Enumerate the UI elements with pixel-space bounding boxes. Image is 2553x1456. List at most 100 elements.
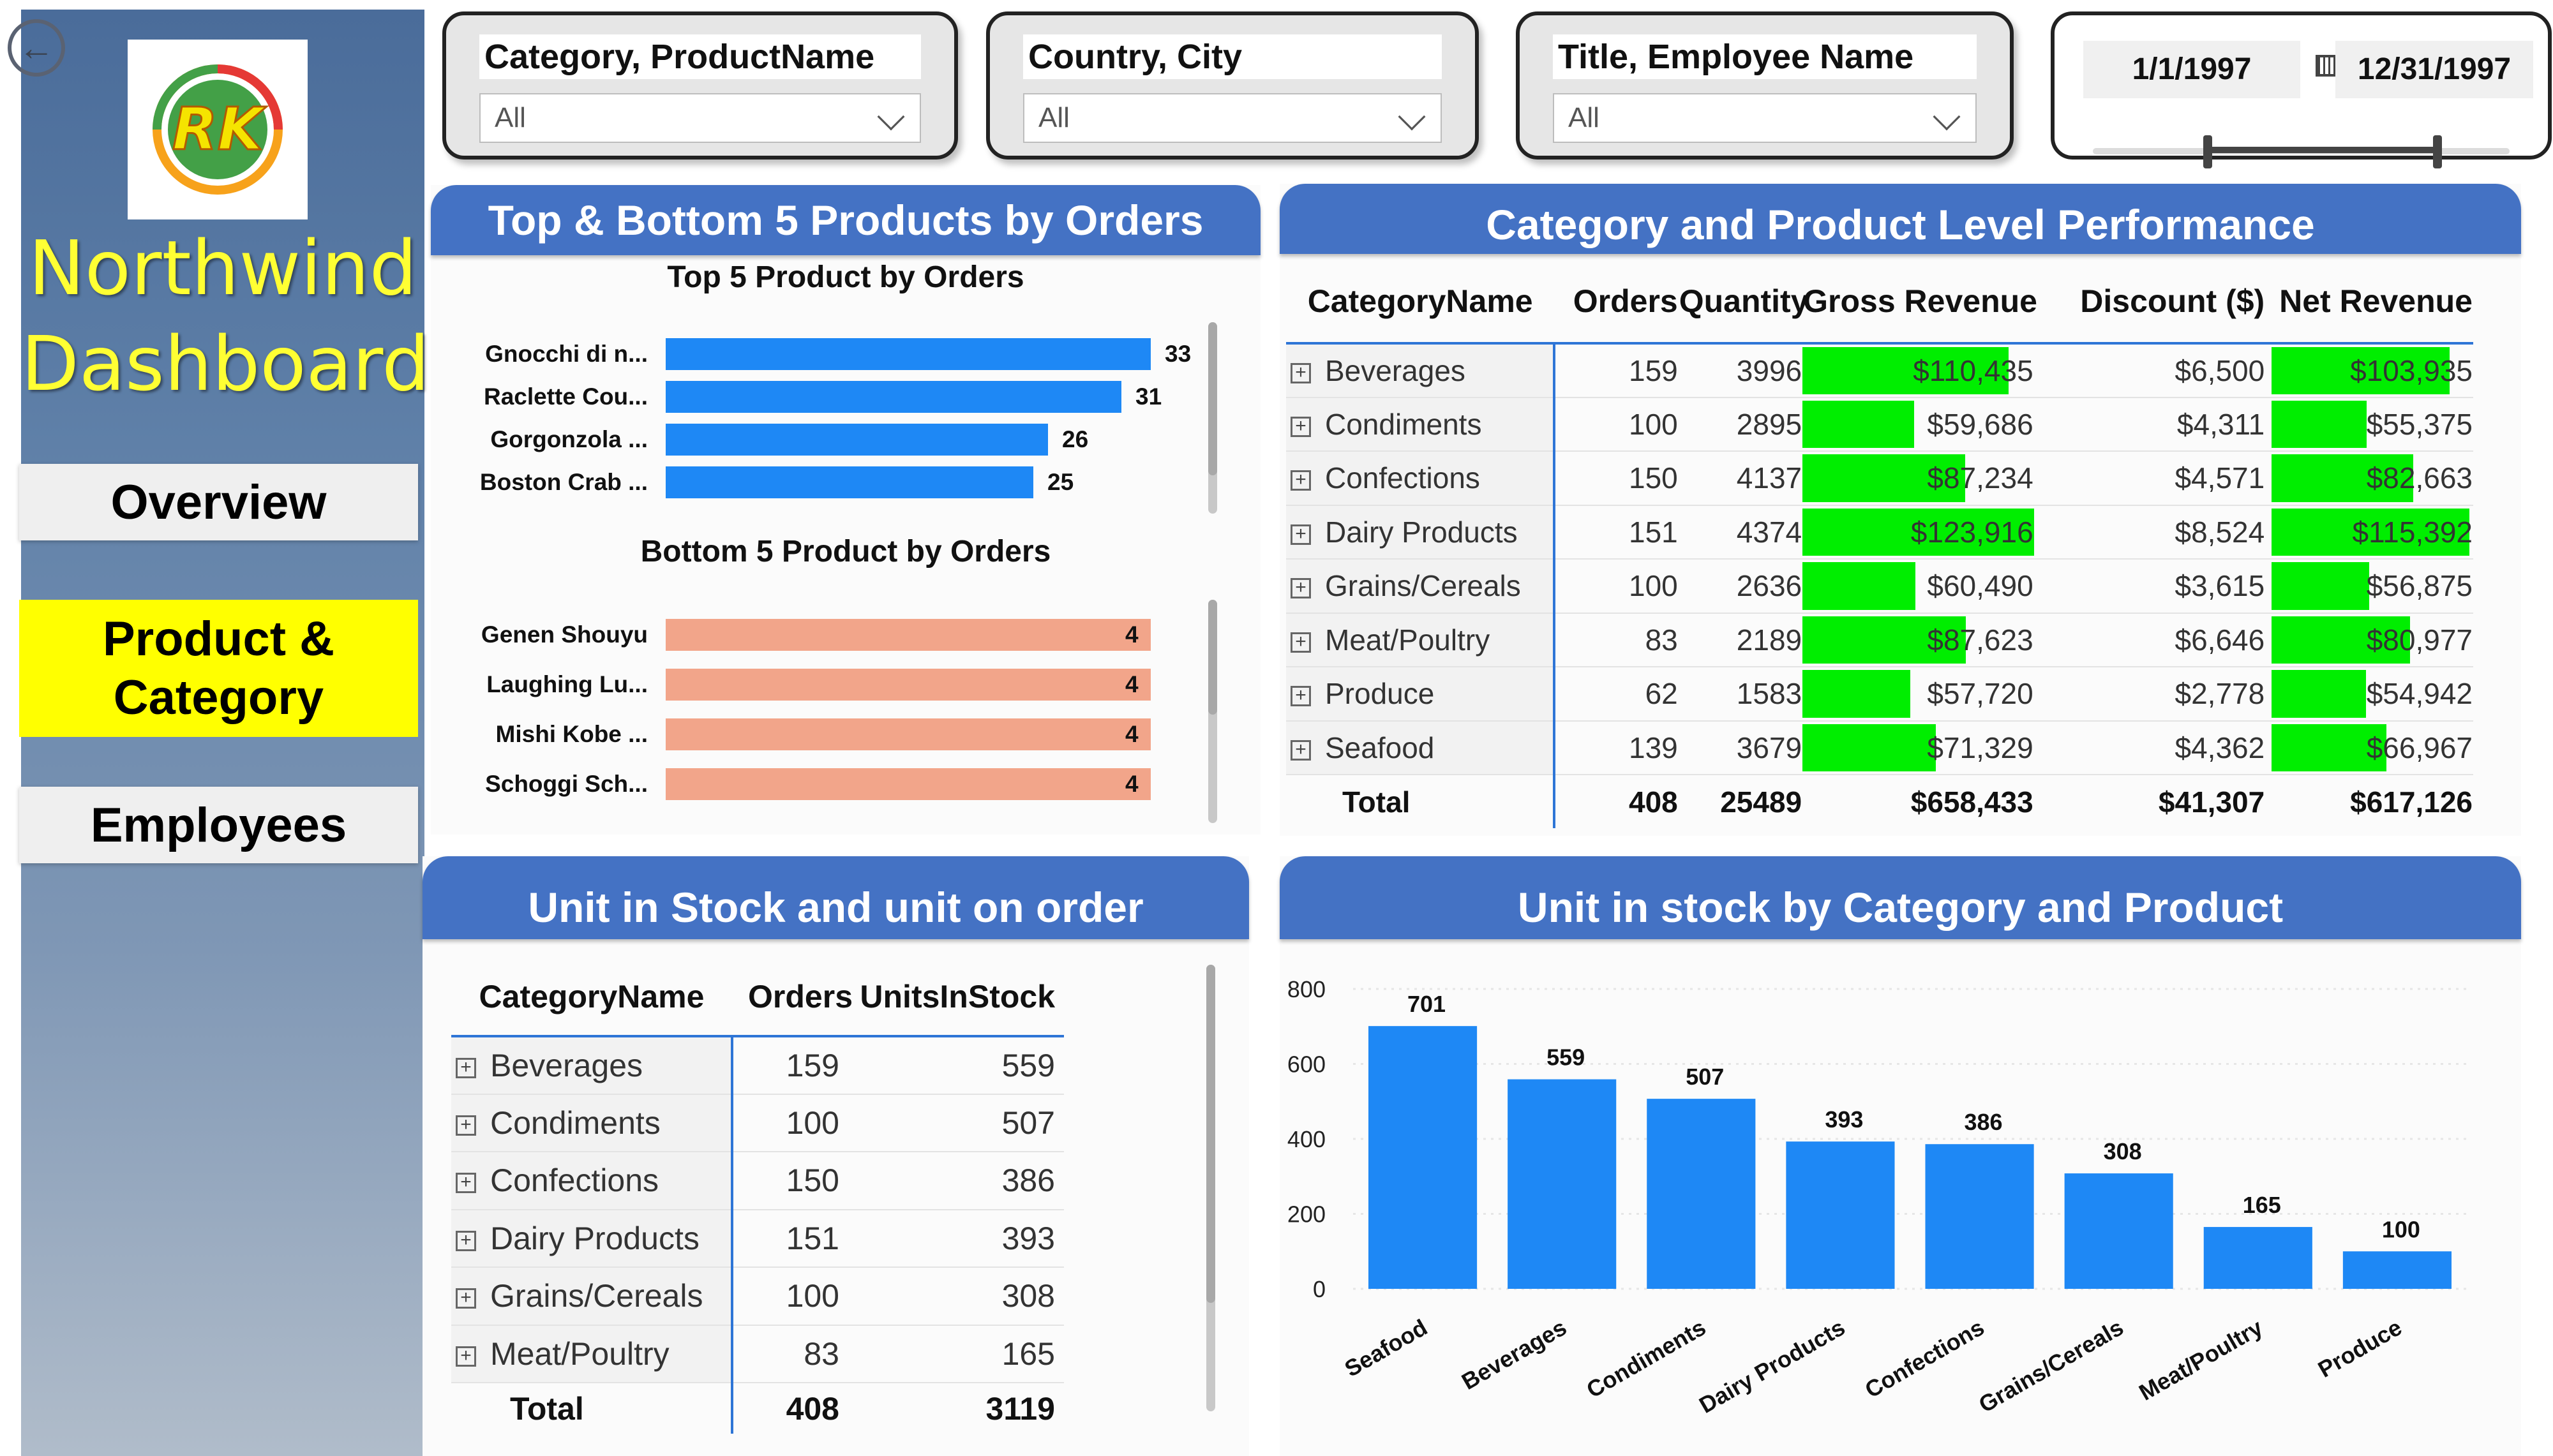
table-row[interactable]: + Dairy Products 151 393 [451, 1209, 1064, 1268]
column-header[interactable]: Orders [732, 958, 853, 1037]
date-slider-start-handle[interactable] [2203, 135, 2212, 168]
scroll-thumb[interactable] [1208, 322, 1217, 475]
product-bar[interactable] [666, 669, 1151, 701]
category-cell: + Beverages [451, 1036, 733, 1095]
stock-table-scrollbar[interactable] [1206, 965, 1215, 1411]
table-row[interactable]: + Seafood 139 3679 $71,329 $4,362 $66,967 [1286, 720, 2473, 775]
table-row[interactable]: + Grains/Cereals 100 2636 $60,490 $3,615 $56,8… [1286, 559, 2473, 614]
product-bar[interactable] [666, 338, 1151, 370]
product-label: Boston Crab ... [479, 469, 648, 495]
expand-icon[interactable]: + [1291, 524, 1311, 545]
expand-icon[interactable]: + [456, 1057, 476, 1078]
category-name: Dairy Products [1325, 515, 1518, 549]
nav-overview-button[interactable]: Overview [19, 464, 418, 540]
table-row[interactable]: + Grains/Cereals 100 308 [451, 1267, 1064, 1326]
expand-icon[interactable]: + [1291, 739, 1311, 761]
slicer-title: Country, City [1023, 34, 1442, 79]
expand-icon[interactable]: + [456, 1288, 476, 1309]
dashboard-title: Northwind Dashboard [21, 224, 430, 408]
column-header[interactable]: Quantity [1678, 260, 1809, 345]
data-label: 559 [1546, 1044, 1585, 1071]
column-header[interactable]: CategoryName [1286, 260, 1555, 345]
column-header[interactable]: Gross Revenue [1802, 260, 2037, 345]
top-chart-scrollbar[interactable] [1208, 322, 1217, 514]
category-performance-panel: Category and Product Level Performance C… [1280, 184, 2521, 836]
column-bar[interactable] [1368, 1026, 1478, 1289]
date-slider-end-handle[interactable] [2433, 135, 2442, 168]
bar-value-label: 33 [1165, 341, 1192, 367]
category-cell: + Grains/Cereals [1286, 559, 1556, 614]
column-bar[interactable] [1925, 1144, 2034, 1289]
orders-cell: 159 [1554, 343, 1679, 398]
product-bar[interactable] [666, 381, 1121, 413]
expand-icon[interactable]: + [456, 1173, 476, 1194]
scroll-thumb[interactable] [1206, 965, 1215, 1303]
product-label: Laughing Lu... [486, 671, 648, 697]
category-name: Produce [1325, 677, 1435, 711]
category-name: Meat/Poultry [1325, 623, 1490, 657]
product-label: Schoggi Sch... [485, 771, 648, 797]
product-bar[interactable] [666, 768, 1151, 800]
table-row[interactable]: + Produce 62 1583 $57,720 $2,778 $54,942 [1286, 667, 2473, 722]
x-category-label: Produce [2314, 1314, 2406, 1383]
table-row[interactable]: + Confections 150 4137 $87,234 $4,571 $82,663 [1286, 451, 2473, 506]
product-bar[interactable] [666, 466, 1033, 498]
y-tick-label: 400 [1287, 1126, 1326, 1152]
column-header[interactable]: UnitsInStock [853, 958, 1064, 1037]
product-bar[interactable] [666, 424, 1048, 456]
expand-icon[interactable]: + [456, 1115, 476, 1136]
table-row[interactable]: + Confections 150 386 [451, 1152, 1064, 1210]
table-row[interactable]: + Meat/Poultry 83 165 [451, 1325, 1064, 1383]
column-bar[interactable] [2342, 1251, 2452, 1289]
column-header[interactable]: Discount ($) [2033, 260, 2266, 345]
expand-icon[interactable]: + [456, 1346, 476, 1367]
expand-icon[interactable]: + [1291, 632, 1311, 653]
column-bar[interactable] [1647, 1099, 1756, 1289]
scroll-thumb[interactable] [1208, 600, 1217, 715]
category-cell: + Grains/Cereals [451, 1267, 733, 1326]
start-date-field[interactable]: 1/1/1997 [2083, 41, 2339, 98]
bar-value-label: 26 [1062, 426, 1089, 452]
column-header[interactable]: Orders [1554, 260, 1679, 345]
gross-revenue-cell: $87,234 [1802, 451, 2034, 506]
discount-cell: $8,524 [2033, 505, 2266, 560]
column-bar[interactable] [2203, 1227, 2312, 1289]
column-header[interactable]: Net Revenue [2265, 260, 2473, 345]
product-bar[interactable] [666, 619, 1151, 651]
table-row[interactable]: + Condiments 100 507 [451, 1094, 1064, 1152]
gross-revenue-cell: $60,490 [1802, 559, 2034, 614]
country-city-dropdown[interactable]: All [1023, 93, 1442, 143]
category-cell: + Condiments [1286, 397, 1556, 452]
column-bar[interactable] [2064, 1173, 2173, 1289]
table-row[interactable]: + Meat/Poultry 83 2189 $87,623 $6,646 $80,977 [1286, 613, 2473, 667]
title-employee-dropdown[interactable]: All [1553, 93, 1977, 143]
nav-product-category-button[interactable]: Product & Category [19, 600, 418, 737]
bottom-chart-scrollbar[interactable] [1208, 600, 1217, 823]
expand-icon[interactable]: + [1291, 686, 1311, 707]
x-category-label: Condiments [1582, 1314, 1711, 1403]
expand-icon[interactable]: + [1291, 416, 1311, 437]
top-5-title: Top 5 Product by Orders [667, 260, 1024, 294]
expand-icon[interactable]: + [456, 1230, 476, 1251]
panel-header: Unit in Stock and unit on order [423, 856, 1249, 939]
total-quantity: 25489 [1720, 785, 1802, 819]
expand-icon[interactable]: + [1291, 578, 1311, 599]
unit-stock-table: CategoryName Orders UnitsInStock + Bevera… [451, 958, 1064, 1434]
column-bar[interactable] [1508, 1079, 1617, 1289]
table-row[interactable]: + Condiments 100 2895 $59,686 $4,311 $55,375 [1286, 397, 2473, 452]
table-row[interactable]: + Beverages 159 559 [451, 1036, 1064, 1095]
expand-icon[interactable]: + [1291, 470, 1311, 491]
top-bottom-products-panel: Top & Bottom 5 Products by Orders Top 5 … [431, 185, 1261, 835]
table-row[interactable]: + Beverages 159 3996 $110,435 $6,500 $103,935 [1286, 343, 2473, 398]
column-bar[interactable] [1786, 1141, 1895, 1289]
category-product-dropdown[interactable]: All [479, 93, 921, 143]
column-header[interactable]: CategoryName [451, 958, 732, 1037]
expand-icon[interactable]: + [1291, 362, 1311, 383]
end-date-field[interactable]: 12/31/1997 [2335, 41, 2533, 98]
data-label: 308 [2104, 1138, 2142, 1164]
table-row[interactable]: + Dairy Products 151 4374 $123,916 $8,524 $115… [1286, 505, 2473, 560]
back-arrow-icon[interactable]: ← [8, 19, 65, 77]
product-bar[interactable] [666, 718, 1151, 750]
x-category-label: Grains/Cereals [1974, 1314, 2128, 1418]
nav-employees-button[interactable]: Employees [19, 787, 418, 863]
